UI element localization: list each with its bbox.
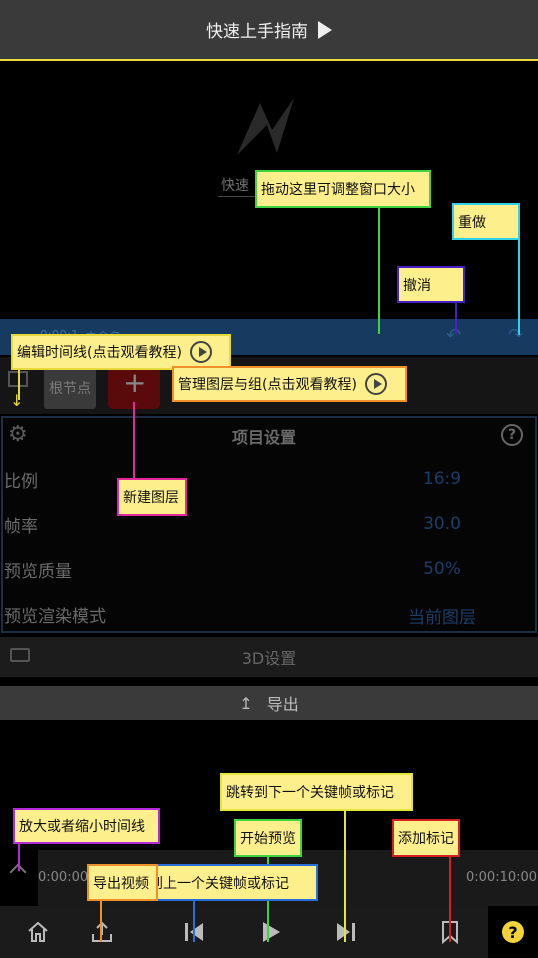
zoom-note: 放大或者缩小时间线 [13, 808, 160, 844]
undo-icon[interactable]: ↶ [446, 325, 461, 346]
header-bar[interactable]: 快速上手指南 [0, 0, 538, 61]
camera-icon [10, 648, 30, 662]
skip-forward-icon [337, 923, 355, 941]
edit-timeline-note-text: 编辑时间线(点击观看教程) [17, 345, 182, 361]
next-keyframe-pointer-line [344, 810, 346, 942]
app-logo-icon [237, 98, 294, 155]
manage-layers-note-text: 管理图层与组(点击观看教程) [178, 377, 357, 393]
setting-label-aspect: 比例 [4, 472, 38, 492]
setting-label-quality: 预览质量 [4, 562, 72, 582]
gear-icon[interactable]: ⚙ [8, 422, 28, 447]
play-guide-icon[interactable] [318, 20, 332, 39]
prev-keyframe-pointer-line [193, 900, 195, 942]
new-layer-pointer-line [133, 402, 135, 478]
export-button[interactable]: ↥ 导出 [0, 686, 538, 720]
undo-pointer-line [455, 302, 457, 334]
new-layer-note: 新建图层 [117, 478, 187, 516]
share-icon [92, 921, 112, 942]
collapse-arrow-icon[interactable]: ↓ [10, 391, 23, 410]
3d-settings-label: 3D设置 [241, 649, 297, 668]
help-icon[interactable]: ? [502, 921, 524, 943]
ruler-end-time: 0:00:10:00 [466, 870, 538, 885]
tutorial-play-icon[interactable] [189, 341, 212, 363]
export-pointer-line [100, 900, 102, 942]
prev-keyframe-note: 跳转到上一个关键帧或标记 [154, 864, 318, 901]
resize-note: 拖动这里可调整窗口大小 [255, 170, 431, 208]
resize-pointer-line [378, 207, 380, 334]
logo-text: 快速 [221, 178, 249, 194]
header-title[interactable]: 快速上手指南 [206, 17, 308, 42]
help-circle-icon[interactable]: ? [501, 424, 523, 446]
settings-title: 项目设置 [232, 428, 297, 447]
tutorial-play-icon[interactable] [364, 373, 387, 395]
home-icon [28, 921, 48, 942]
zoom-pointer-line [18, 843, 20, 871]
export-icon: ↥ [239, 693, 253, 713]
next-keyframe-note: 跳转到下一个关键帧或标记 [220, 773, 413, 811]
marker-pointer-line [449, 856, 451, 942]
setting-value-aspect[interactable]: 16:9 [380, 469, 504, 489]
setting-label-render-mode: 预览渲染模式 [4, 607, 106, 627]
export-video-note: 导出视频 [87, 864, 158, 901]
play-icon [263, 922, 280, 942]
edit-timeline-note[interactable]: 编辑时间线(点击观看教程) [11, 334, 231, 370]
export-video-button[interactable] [86, 906, 118, 958]
play-note: 开始预览 [234, 819, 302, 857]
manage-layers-note[interactable]: 管理图层与组(点击观看教程) [172, 366, 407, 402]
setting-value-quality[interactable]: 50% [380, 559, 504, 579]
redo-icon[interactable]: ↷ [508, 325, 523, 346]
prev-keyframe-note-text: 跳转到上一个关键帧或标记 [156, 875, 289, 892]
edit-timeline-pointer-line [18, 368, 20, 400]
undo-note: 撤消 [397, 266, 465, 303]
setting-value-render-mode[interactable]: 当前图层 [380, 603, 504, 628]
redo-note: 重做 [452, 203, 520, 240]
ruler-start-time: 0:00:00 [38, 870, 89, 885]
plus-icon[interactable]: + [123, 366, 146, 399]
redo-pointer-line [518, 239, 520, 335]
setting-label-framerate: 帧率 [4, 517, 38, 537]
3d-settings-row[interactable]: 3D设置 [0, 637, 538, 677]
root-node-button[interactable]: 根节点 [44, 367, 96, 409]
next-keyframe-button[interactable] [330, 906, 362, 958]
setting-value-framerate[interactable]: 30.0 [380, 514, 504, 534]
add-marker-note: 添加标记 [392, 819, 460, 857]
play-button[interactable] [254, 906, 286, 958]
export-label: 导出 [266, 695, 299, 714]
home-button[interactable] [22, 906, 54, 958]
